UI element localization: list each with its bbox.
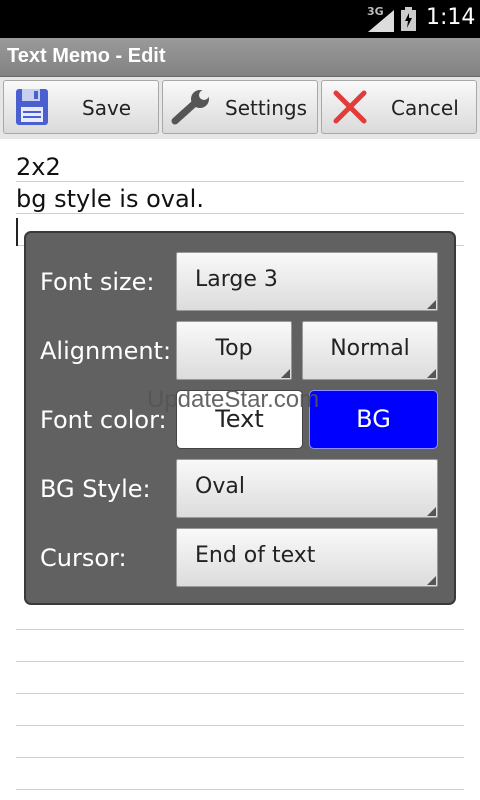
- close-icon: [333, 90, 367, 124]
- settings-button[interactable]: Settings: [162, 80, 318, 134]
- dropdown-corner-icon: [427, 507, 436, 516]
- watermark: UpdateStar.com: [147, 386, 320, 413]
- memo-line: bg style is oval.: [16, 185, 204, 213]
- bg-color-button[interactable]: BG: [309, 390, 438, 449]
- memo-line: 2x2: [16, 153, 61, 181]
- paper-line: [16, 629, 464, 630]
- save-label: Save: [82, 96, 132, 120]
- dropdown-corner-icon: [427, 300, 436, 309]
- paper-line: [16, 661, 464, 662]
- alignment-vertical-value: Top: [215, 336, 253, 361]
- style-dialog: Font size: Large 3 Alignment: Top Normal…: [24, 231, 456, 605]
- paper-line: [16, 789, 464, 790]
- cursor-value: End of text: [195, 543, 316, 568]
- dropdown-corner-icon: [281, 369, 290, 378]
- dropdown-corner-icon: [427, 369, 436, 378]
- battery-icon: [401, 7, 416, 31]
- cursor-dropdown[interactable]: End of text: [176, 528, 438, 587]
- status-bar: 3G 1:14: [0, 0, 480, 38]
- dropdown-corner-icon: [427, 576, 436, 585]
- app-title: Text Memo - Edit: [7, 45, 166, 67]
- save-button[interactable]: Save: [3, 80, 159, 134]
- alignment-vertical-dropdown[interactable]: Top: [176, 321, 292, 380]
- paper-line: [16, 757, 464, 758]
- paper-line: [16, 693, 464, 694]
- font-size-value: Large 3: [195, 267, 278, 292]
- font-size-dropdown[interactable]: Large 3: [176, 252, 438, 311]
- wrench-icon: [171, 90, 209, 125]
- signal-icon: [368, 10, 394, 32]
- bg-style-label: BG Style:: [40, 475, 151, 503]
- font-size-label: Font size:: [40, 268, 155, 296]
- cancel-label: Cancel: [391, 96, 459, 120]
- cursor-label: Cursor:: [40, 544, 127, 572]
- text-cursor: [16, 218, 18, 246]
- memo-text[interactable]: 2x2 bg style is oval.: [16, 151, 204, 215]
- toolbar: Save Settings Cancel: [0, 77, 480, 139]
- alignment-label: Alignment:: [40, 337, 172, 365]
- settings-label: Settings: [225, 96, 308, 120]
- bg-style-dropdown[interactable]: Oval: [176, 459, 438, 518]
- floppy-disk-icon: [16, 89, 48, 125]
- paper-line: [16, 725, 464, 726]
- bg-color-label: BG: [356, 405, 391, 433]
- alignment-horizontal-value: Normal: [330, 336, 410, 361]
- bg-style-value: Oval: [195, 474, 245, 499]
- cancel-button[interactable]: Cancel: [321, 80, 477, 134]
- title-bar: Text Memo - Edit: [0, 38, 480, 77]
- alignment-horizontal-dropdown[interactable]: Normal: [302, 321, 438, 380]
- clock: 1:14: [426, 5, 476, 30]
